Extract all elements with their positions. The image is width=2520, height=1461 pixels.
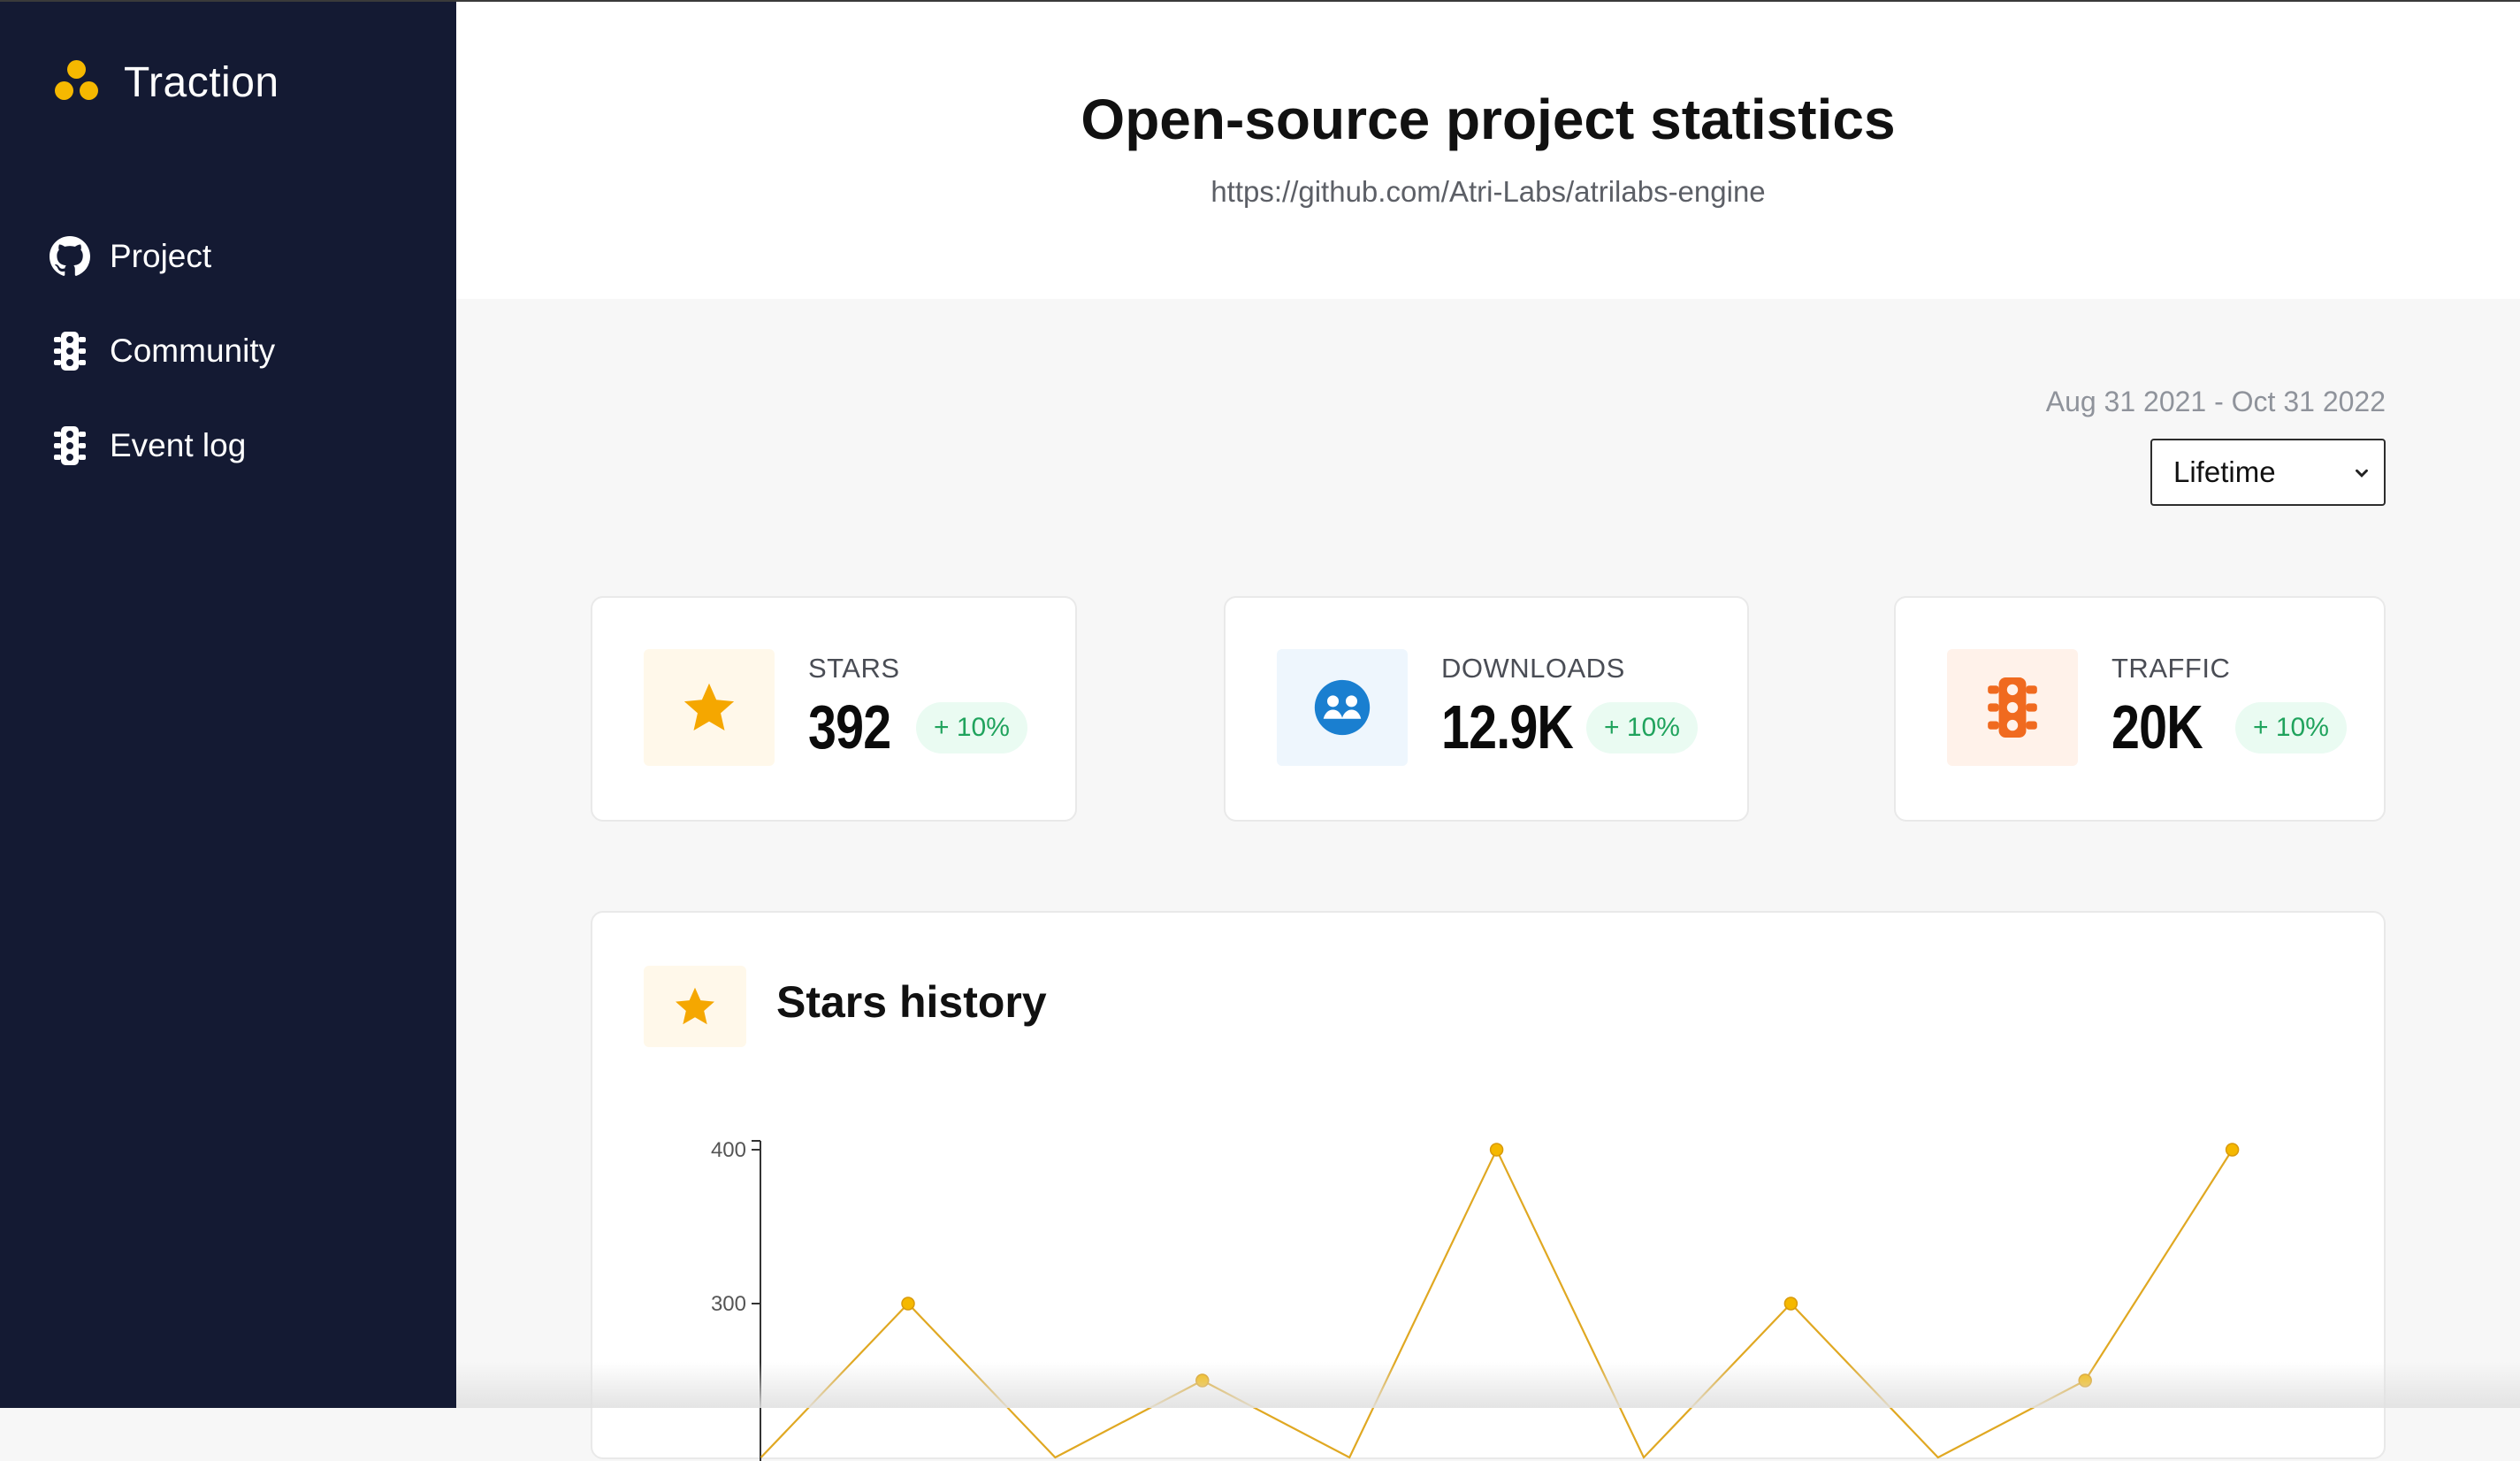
period-select[interactable]: Lifetime [2150,439,2386,506]
stars-history-chart: 300 400 [711,1138,2240,1461]
stat-change-badge: + 10% [2235,702,2347,753]
stat-label: STARS [808,653,900,684]
stat-value: 392 [808,692,891,761]
data-point[interactable] [1783,1297,1798,1311]
sidebar-item-label: Event log [110,427,247,463]
sidebar-item-project[interactable]: Project [48,230,275,283]
stat-change-badge: + 10% [916,702,1027,753]
traffic-light-icon [1947,649,2078,766]
stars-history-card: Stars history 300 400 [591,911,2386,1461]
data-point[interactable] [901,1297,915,1311]
stat-value: 20K [2111,692,2203,761]
traction-logo-icon [51,57,103,108]
date-range: Aug 31 2021 - Oct 31 2022 [2045,386,2386,417]
sidebar-nav: Project Community Event log [48,230,275,514]
stat-card-stars: STARS 392 + 10% [591,596,1077,822]
y-tick-label: 300 [711,1292,746,1316]
page-header: Open-source project statistics https://g… [456,0,2520,299]
sidebar-item-label: Community [110,333,276,369]
stat-label: TRAFFIC [2111,653,2231,684]
star-icon [644,649,775,766]
data-point[interactable] [2225,1143,2240,1157]
sidebar-item-label: Project [110,238,212,274]
stat-label: DOWNLOADS [1441,653,1625,684]
stat-value: 12.9K [1441,692,1574,761]
period-select-value: Lifetime [2173,455,2276,488]
main-content: Open-source project statistics https://g… [456,0,2520,1461]
y-tick-label: 400 [711,1138,746,1162]
sidebar-item-event-log[interactable]: Event log [48,419,275,472]
stat-change-badge: + 10% [1586,702,1698,753]
window-top-border [0,0,2520,2]
traffic-light-icon [48,424,92,468]
chevron-down-icon [2356,469,2368,478]
stat-card-downloads: DOWNLOADS 12.9K + 10% [1224,596,1749,822]
data-point[interactable] [1195,1373,1210,1388]
stat-card-traffic: TRAFFIC 20K + 10% [1894,596,2386,822]
page-title: Open-source project statistics [1081,88,1896,151]
data-point[interactable] [2078,1373,2092,1388]
traffic-light-icon [48,329,92,373]
data-point[interactable] [1489,1143,1504,1157]
sidebar: Traction Project Community Event log [0,0,456,1408]
sidebar-item-community[interactable]: Community [48,325,275,378]
community-icon [1277,649,1408,766]
app-name: Traction [124,58,279,106]
github-icon [48,234,92,279]
series-line [760,1147,2234,1459]
repo-url[interactable]: https://github.com/Atri-Labs/atrilabs-en… [456,175,2520,209]
brand[interactable]: Traction [51,57,279,108]
